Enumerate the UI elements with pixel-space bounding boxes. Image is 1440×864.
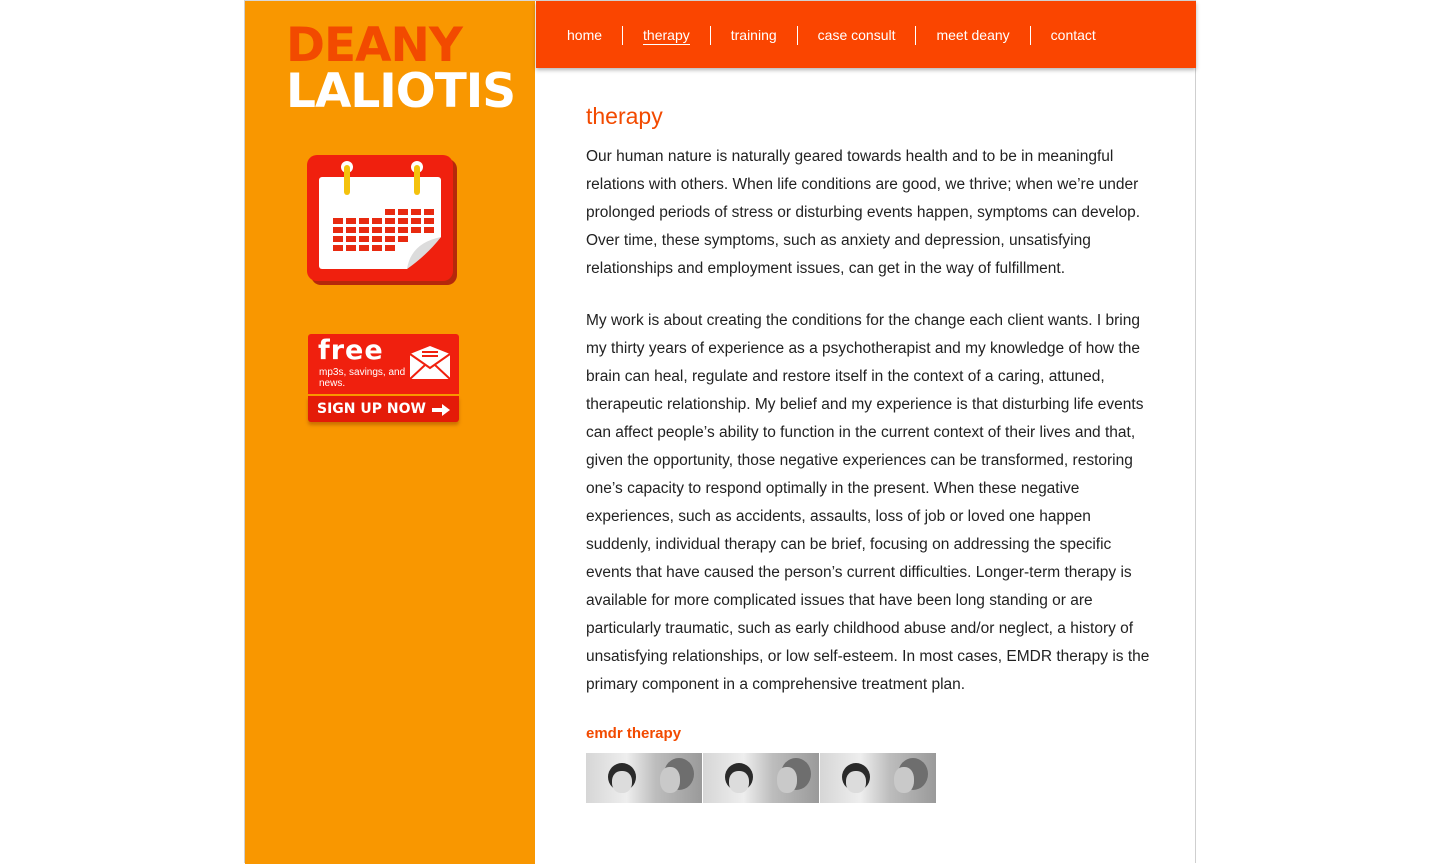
- top-navigation: home therapy training case consult meet …: [536, 1, 1196, 68]
- signup-label: SIGN UP NOW: [317, 401, 426, 417]
- nav-therapy[interactable]: therapy: [622, 26, 710, 45]
- nav-home-label: home: [567, 27, 603, 43]
- signup-button[interactable]: SIGN UP NOW: [308, 396, 459, 422]
- promo-headline: free: [318, 335, 384, 366]
- newsletter-signup-promo[interactable]: free mp3s, savings, and news. SIGN UP NO…: [308, 334, 459, 426]
- nav-home[interactable]: home: [536, 26, 622, 45]
- emdr-photo: [586, 753, 702, 803]
- logo-line-1: DEANY: [286, 18, 463, 73]
- intro-paragraph: Our human nature is naturally geared tow…: [586, 148, 1141, 277]
- nav-training-label: training: [730, 27, 777, 43]
- sidebar: DEANY LALIOTIS free mp3s, savings, and n…: [245, 1, 535, 864]
- page-container: DEANY LALIOTIS free mp3s, savings, and n…: [244, 0, 1196, 864]
- envelope-icon: [409, 346, 451, 385]
- nav-case-consult[interactable]: case consult: [796, 26, 916, 45]
- emdr-photo: [820, 753, 936, 803]
- calendar-icon[interactable]: [307, 155, 457, 285]
- promo-top: free mp3s, savings, and news.: [308, 334, 459, 394]
- nav-contact[interactable]: contact: [1029, 26, 1116, 45]
- emdr-photo-strip: [586, 753, 1151, 803]
- nav-therapy-label: therapy: [643, 27, 690, 45]
- emdr-photo: [703, 753, 819, 803]
- site-logo[interactable]: DEANY LALIOTIS: [286, 18, 516, 119]
- nav-meet-deany[interactable]: meet deany: [915, 26, 1029, 45]
- arrow-right-icon: [432, 403, 450, 421]
- approach-paragraph: My work is about creating the conditions…: [586, 312, 1150, 693]
- page-title: therapy: [586, 103, 663, 129]
- nav-case-consult-label: case consult: [817, 27, 896, 43]
- nav-training[interactable]: training: [709, 26, 797, 45]
- promo-subtext: mp3s, savings, and news.: [319, 367, 406, 389]
- nav-contact-label: contact: [1050, 27, 1096, 43]
- logo-line-2: LALIOTIS: [286, 64, 516, 119]
- emdr-subheading: emdr therapy: [586, 725, 682, 742]
- main-content: therapy Our human nature is naturally ge…: [586, 101, 1151, 803]
- nav-meet-deany-label: meet deany: [936, 27, 1010, 43]
